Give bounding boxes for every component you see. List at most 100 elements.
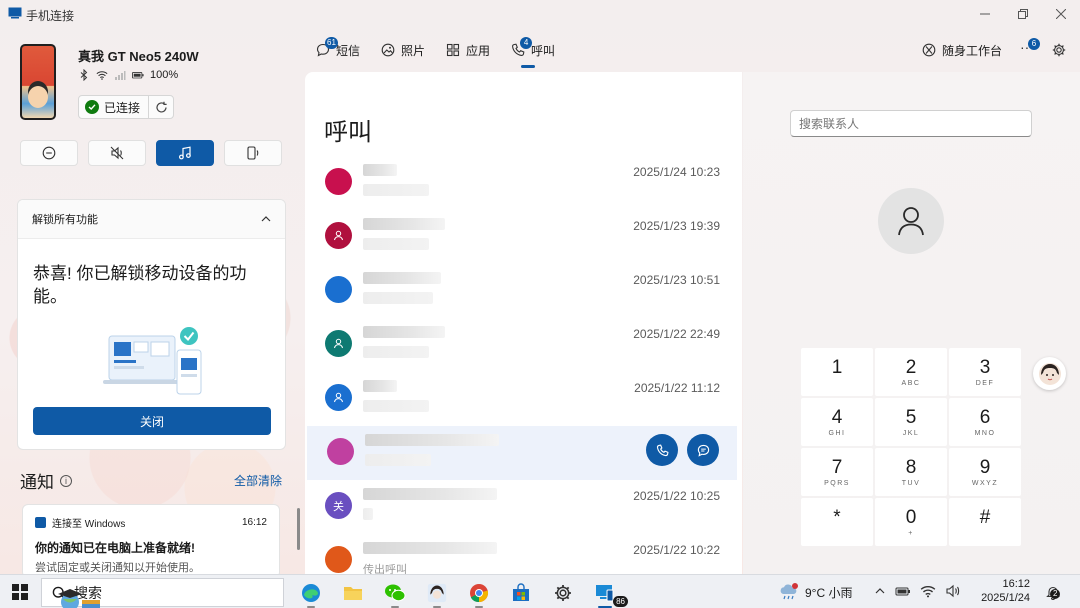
mute-icon <box>110 146 123 160</box>
mute-button[interactable] <box>88 140 146 166</box>
call-row[interactable]: 传出呼叫 2025/1/22 10:22 <box>305 534 742 574</box>
clock-time: 16:12 <box>1002 578 1030 590</box>
phone-thumbnail[interactable] <box>20 44 56 120</box>
phone-link-app[interactable]: 86 <box>588 579 628 608</box>
key-3[interactable]: 3 DEF <box>949 348 1021 396</box>
connection-control: 已连接 <box>78 95 174 119</box>
tab-messages[interactable]: 61 短信 <box>316 36 360 64</box>
weather-widget[interactable]: 9°C 小雨 <box>779 583 852 601</box>
call-row[interactable]: 2025/1/22 22:49 <box>305 318 742 372</box>
chevron-up-icon[interactable] <box>874 584 886 598</box>
avatar-app[interactable] <box>420 579 454 608</box>
phone-link-icon <box>596 585 614 602</box>
notification-card[interactable]: 连接至 Windows 16:12 你的通知已在电脑上准备就绪! 尝试固定或关闭… <box>22 504 280 574</box>
settings-app[interactable] <box>546 579 580 607</box>
dial-keypad: 1 2 ABC 3 DEF 4 GHI 5 JKL 6 MNO 7 PQRS 8 TUV 9W… <box>801 348 1021 546</box>
media-button[interactable] <box>156 140 214 166</box>
photo-icon <box>381 43 395 57</box>
tab-photos[interactable]: 照片 <box>381 36 425 64</box>
taskbar-search[interactable]: 搜索 <box>41 578 284 608</box>
refresh-icon <box>155 101 167 113</box>
call-row-selected[interactable] <box>307 426 737 480</box>
contact-avatar-placeholder <box>878 188 944 254</box>
contact-name-redacted <box>363 542 497 554</box>
close-window-button[interactable] <box>1042 0 1080 28</box>
call-type-redacted <box>363 238 429 250</box>
title-bar: 手机连接 <box>0 0 1080 28</box>
call-back-button[interactable] <box>646 434 678 466</box>
chevron-up-icon[interactable] <box>261 216 271 222</box>
contact-name-redacted <box>363 488 497 500</box>
connected-button[interactable]: 已连接 <box>79 96 150 118</box>
message-icon <box>697 444 709 457</box>
call-row[interactable]: 2025/1/24 10:23 <box>305 156 742 210</box>
person-icon <box>898 207 924 236</box>
companion-icon <box>922 43 936 57</box>
key-6[interactable]: 6 MNO <box>949 398 1021 446</box>
top-tabs: 61 短信 照片 应用 4 呼叫 <box>316 36 555 68</box>
unlock-card-header[interactable]: 解锁所有功能 <box>18 200 285 239</box>
taskbar-clock[interactable]: 16:12 2025/1/24 <box>974 577 1030 605</box>
refresh-button[interactable] <box>149 96 173 118</box>
volume-icon[interactable] <box>945 584 961 598</box>
floating-assistant-avatar[interactable] <box>1033 357 1066 390</box>
key-8[interactable]: 8 TUV <box>875 448 947 496</box>
tab-calls[interactable]: 4 呼叫 <box>511 36 555 68</box>
key-5[interactable]: 5 JKL <box>875 398 947 446</box>
call-time: 2025/1/22 10:25 <box>633 489 720 503</box>
key-hash[interactable]: # <box>949 498 1021 546</box>
dialer-panel: 1 2ABC 3DEF 4GHI 5JKL 6MNO 7PQRS 8TUV 9W… <box>743 72 1080 574</box>
call-type-redacted <box>365 454 431 466</box>
info-icon[interactable]: i <box>60 474 72 487</box>
person-icon <box>334 392 343 403</box>
contact-name-redacted <box>363 164 397 176</box>
close-unlock-button[interactable]: 关闭 <box>33 407 271 435</box>
call-row[interactable]: 2025/1/23 19:39 <box>305 210 742 264</box>
restore-button[interactable] <box>1004 0 1042 28</box>
companion-workspace-button[interactable]: 随身工作台 <box>922 42 1002 59</box>
key-7[interactable]: 7 PQRS <box>801 448 873 496</box>
battery-level: 100% <box>150 69 179 81</box>
key-4[interactable]: 4 GHI <box>801 398 873 446</box>
clear-all-link[interactable]: 全部清除 <box>234 472 282 489</box>
audio-output-button[interactable] <box>224 140 282 166</box>
store-app[interactable] <box>504 579 538 607</box>
checkmark-icon <box>85 100 99 114</box>
contact-avatar: 关 <box>325 492 352 519</box>
minimize-button[interactable] <box>966 0 1004 28</box>
call-type-redacted <box>363 508 373 520</box>
left-scrollbar[interactable] <box>297 508 300 550</box>
tab-apps[interactable]: 应用 <box>446 36 490 64</box>
contact-search-input[interactable] <box>790 110 1032 137</box>
call-type: 传出呼叫 <box>363 564 407 574</box>
left-panel: 真我 GT Neo5 240W 100% 已连接 解锁所有功能 恭喜! 你已解锁… <box>0 28 302 574</box>
chrome-app[interactable] <box>462 579 496 608</box>
notifications-title: 通知 <box>20 473 54 492</box>
more-button[interactable]: ··· 6 <box>1020 38 1040 57</box>
gear-icon[interactable] <box>1052 43 1066 57</box>
contact-name-redacted <box>363 218 445 230</box>
key-0[interactable]: 0 + <box>875 498 947 546</box>
key-1[interactable]: 1 <box>801 348 873 396</box>
signal-icon <box>115 71 126 80</box>
call-row[interactable]: 2025/1/22 11:12 <box>305 372 742 426</box>
do-not-disturb-button[interactable] <box>20 140 78 166</box>
call-row[interactable]: 关 2025/1/22 10:25 <box>305 480 742 534</box>
key-2[interactable]: 2 ABC <box>875 348 947 396</box>
battery-icon[interactable] <box>895 584 911 598</box>
key-star[interactable]: * <box>801 498 873 546</box>
call-row[interactable]: 2025/1/23 10:51 <box>305 264 742 318</box>
contact-name-redacted <box>365 434 499 446</box>
call-time: 2025/1/22 11:12 <box>634 381 720 395</box>
send-message-button[interactable] <box>687 434 719 466</box>
file-explorer-app[interactable] <box>336 579 370 607</box>
edge-app[interactable] <box>294 579 328 608</box>
store-icon <box>513 583 529 601</box>
girl-avatar-icon <box>1038 362 1061 385</box>
wechat-app[interactable] <box>378 579 412 608</box>
wifi-icon[interactable] <box>920 584 936 598</box>
call-time: 2025/1/22 10:22 <box>633 543 720 557</box>
key-9[interactable]: 9 WXYZ <box>949 448 1021 496</box>
start-button[interactable] <box>12 584 28 600</box>
windows-link-app-icon <box>35 517 46 528</box>
